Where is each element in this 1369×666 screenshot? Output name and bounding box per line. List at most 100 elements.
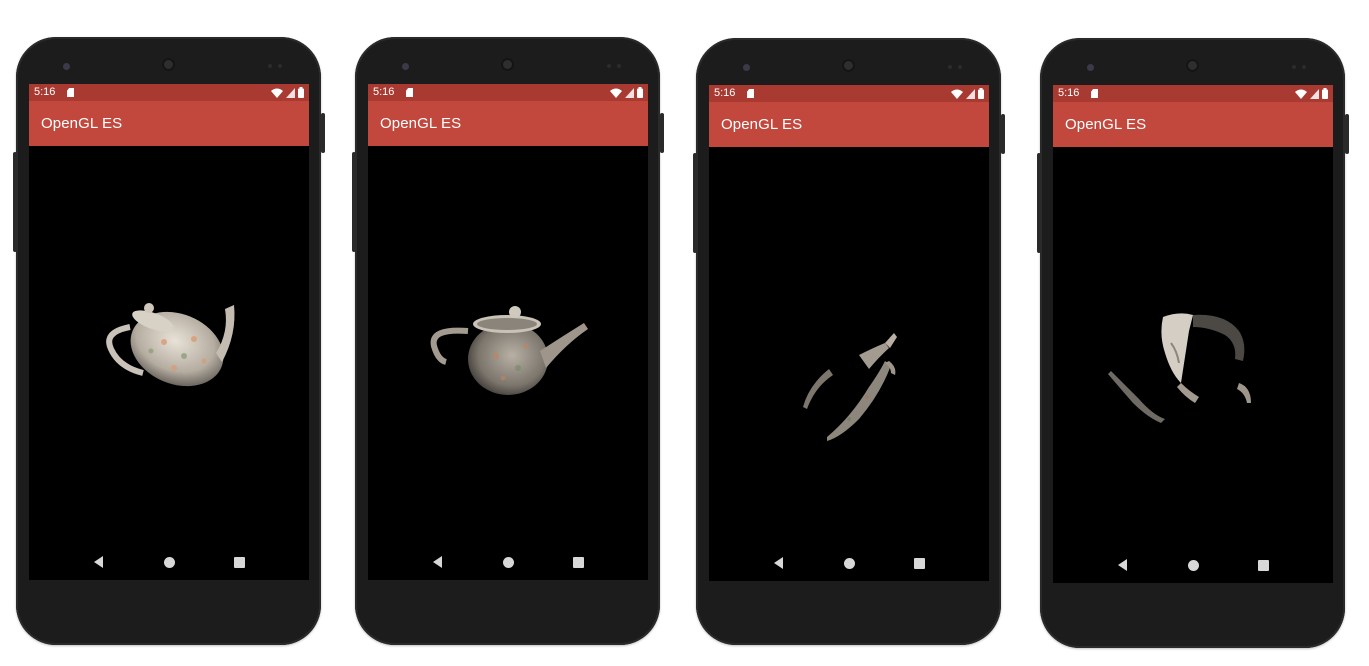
app-bar: OpenGL ES xyxy=(1053,102,1333,147)
home-button[interactable] xyxy=(1181,555,1205,575)
power-button xyxy=(1345,114,1349,154)
volume-button xyxy=(352,152,356,252)
home-button[interactable] xyxy=(837,553,861,573)
back-button[interactable] xyxy=(766,553,790,573)
status-icons xyxy=(610,87,643,98)
back-button[interactable] xyxy=(1110,555,1134,575)
home-icon xyxy=(1187,559,1199,571)
status-bar: 5:16 xyxy=(709,85,989,102)
screen: 5:16 OpenGL ES xyxy=(1053,85,1333,583)
back-icon xyxy=(1117,559,1127,571)
sd-card-icon xyxy=(406,88,413,97)
app-title: OpenGL ES xyxy=(721,116,803,133)
recents-icon xyxy=(1257,559,1269,571)
screen: 5:16 OpenGL ES xyxy=(709,85,989,581)
navigation-bar xyxy=(1053,555,1333,575)
screen: 5:16 OpenGL ES xyxy=(368,84,648,580)
signal-icon xyxy=(625,87,634,98)
front-sensor xyxy=(1087,64,1094,71)
wifi-icon xyxy=(951,89,963,99)
phone-1: 5:16 OpenGL ES xyxy=(13,37,325,645)
app-bar: OpenGL ES xyxy=(29,101,309,146)
home-icon xyxy=(502,556,514,568)
status-time: 5:16 xyxy=(1058,87,1080,99)
recents-icon xyxy=(572,556,584,568)
battery-icon xyxy=(637,87,643,98)
volume-button xyxy=(693,153,697,253)
back-icon xyxy=(93,556,103,568)
gl-surface[interactable] xyxy=(709,147,989,581)
app-title: OpenGL ES xyxy=(41,115,123,132)
phone-2: 5:16 OpenGL ES xyxy=(352,37,664,645)
power-button xyxy=(1001,114,1005,154)
battery-icon xyxy=(978,88,984,99)
battery-icon xyxy=(1322,88,1328,99)
status-time: 5:16 xyxy=(34,86,56,98)
navigation-bar xyxy=(368,552,648,572)
front-sensor xyxy=(63,63,70,70)
signal-icon xyxy=(1310,88,1319,99)
app-title: OpenGL ES xyxy=(1065,116,1147,133)
signal-icon xyxy=(286,87,295,98)
navigation-bar xyxy=(29,552,309,572)
recents-button[interactable] xyxy=(1251,555,1275,575)
status-bar: 5:16 xyxy=(29,84,309,101)
sd-card-icon xyxy=(1091,89,1098,98)
status-icons xyxy=(271,87,304,98)
front-camera xyxy=(1186,59,1199,72)
proximity-sensor xyxy=(948,65,962,69)
navigation-bar xyxy=(709,553,989,573)
teapot-render xyxy=(1108,313,1251,423)
status-time: 5:16 xyxy=(714,87,736,99)
back-icon xyxy=(773,557,783,569)
home-button[interactable] xyxy=(157,552,181,572)
power-button xyxy=(660,113,664,153)
wifi-icon xyxy=(1295,89,1307,99)
home-button[interactable] xyxy=(496,552,520,572)
volume-button xyxy=(1037,153,1041,253)
sd-card-icon xyxy=(747,89,754,98)
recents-icon xyxy=(233,556,245,568)
front-camera xyxy=(162,58,175,71)
phone-3: 5:16 OpenGL ES xyxy=(693,38,1005,645)
home-icon xyxy=(843,557,855,569)
proximity-sensor xyxy=(607,64,621,68)
recents-button[interactable] xyxy=(907,553,931,573)
gl-surface[interactable] xyxy=(368,146,648,580)
front-sensor xyxy=(402,63,409,70)
recents-icon xyxy=(913,557,925,569)
app-bar: OpenGL ES xyxy=(368,101,648,146)
wifi-icon xyxy=(271,88,283,98)
battery-icon xyxy=(298,87,304,98)
proximity-sensor xyxy=(268,64,282,68)
wifi-icon xyxy=(610,88,622,98)
teapot-render xyxy=(106,303,235,387)
power-button xyxy=(321,113,325,153)
front-camera xyxy=(842,59,855,72)
proximity-sensor xyxy=(1292,65,1306,69)
screen: 5:16 OpenGL ES xyxy=(29,84,309,580)
recents-button[interactable] xyxy=(566,552,590,572)
home-icon xyxy=(163,556,175,568)
status-icons xyxy=(1295,88,1328,99)
status-time: 5:16 xyxy=(373,86,395,98)
back-button[interactable] xyxy=(425,552,449,572)
gl-surface[interactable] xyxy=(1053,147,1333,583)
teapot-render xyxy=(430,306,588,395)
gl-surface[interactable] xyxy=(29,146,309,580)
phone-4: 5:16 OpenGL ES xyxy=(1037,38,1349,648)
app-title: OpenGL ES xyxy=(380,115,462,132)
status-bar: 5:16 xyxy=(1053,85,1333,102)
teapot-render xyxy=(803,333,897,441)
volume-button xyxy=(13,152,17,252)
back-icon xyxy=(432,556,442,568)
recents-button[interactable] xyxy=(227,552,251,572)
app-bar: OpenGL ES xyxy=(709,102,989,147)
front-camera xyxy=(501,58,514,71)
signal-icon xyxy=(966,88,975,99)
status-bar: 5:16 xyxy=(368,84,648,101)
sd-card-icon xyxy=(67,88,74,97)
back-button[interactable] xyxy=(86,552,110,572)
front-sensor xyxy=(743,64,750,71)
status-icons xyxy=(951,88,984,99)
